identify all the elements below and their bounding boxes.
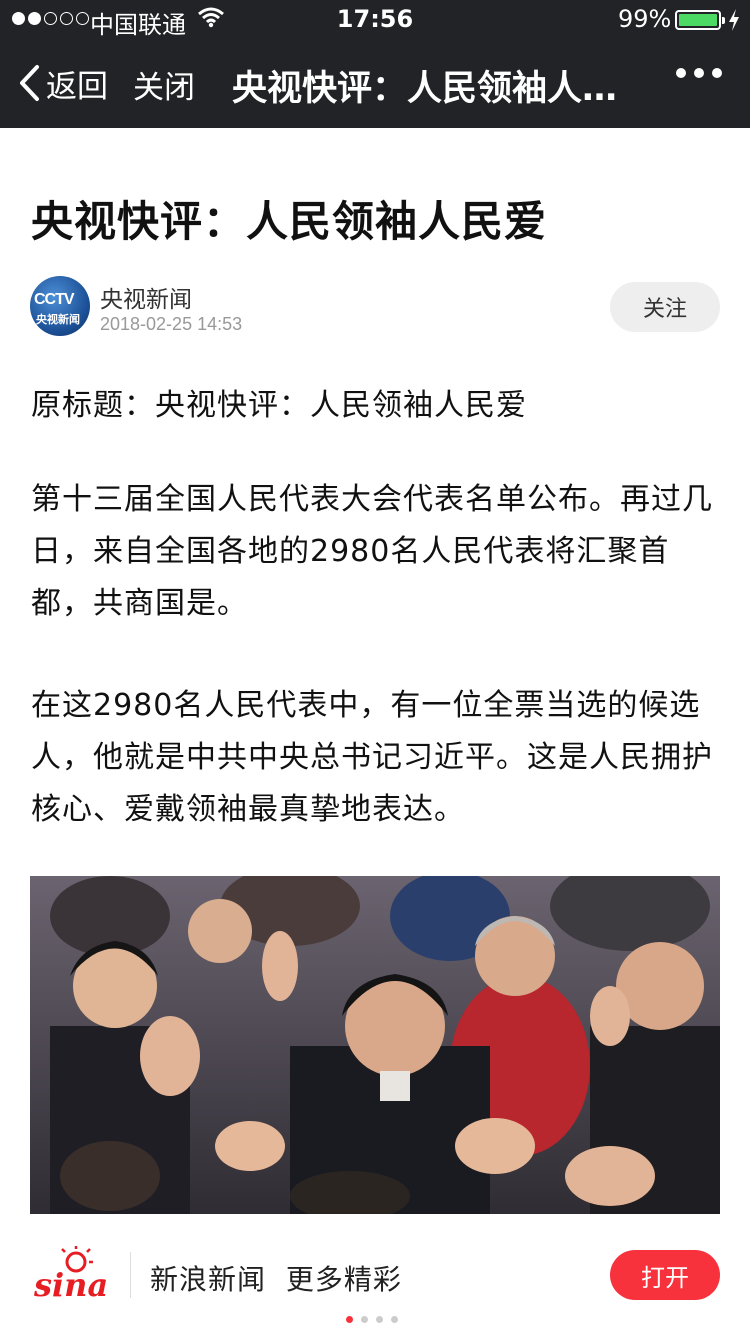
article-paragraph: 第十三届全国人民代表大会代表名单公布。再过几日，来自全国各地的2980名人民代表… (31, 482, 713, 621)
avatar-subtext: 央视新闻 (36, 313, 80, 326)
more-options-button[interactable] (676, 68, 722, 78)
page-dot-active (346, 1316, 353, 1323)
publish-time: 2018-02-25 14:53 (100, 314, 243, 334)
follow-button[interactable]: 关注 (610, 282, 720, 332)
cctv-logo: CCTV (34, 291, 75, 308)
page-dot (361, 1316, 368, 1323)
author-avatar[interactable]: CCTV 央视新闻 (30, 276, 90, 336)
close-button[interactable]: 关闭 (133, 62, 195, 107)
chevron-left-icon (20, 65, 39, 101)
article-paragraph: 原标题：央视快评：人民领袖人民爱 (31, 388, 527, 423)
status-bar: 中国联通 17:56 99% (0, 0, 750, 40)
article-photo[interactable] (30, 876, 720, 1214)
svg-text:sina: sina (33, 1266, 108, 1304)
sina-logo: sina (30, 1246, 112, 1304)
promo-app-name: 新浪新闻 (150, 1263, 267, 1296)
article-headline: 央视快评：人民领袖人民爱 (31, 197, 548, 246)
page-dot (391, 1316, 398, 1323)
dot-icon (676, 68, 686, 78)
author-name[interactable]: 央视新闻 (100, 280, 192, 314)
promo-text: 新浪新闻 更多精彩 (150, 1258, 402, 1298)
page-dot (376, 1316, 383, 1323)
promo-tagline: 更多精彩 (285, 1263, 402, 1296)
dot-icon (712, 68, 722, 78)
page-title: 央视快评：人民领袖人… (232, 69, 618, 109)
top-bar: 中国联通 17:56 99% 返回 关闭 央视快评：人民领袖人… (0, 0, 750, 128)
back-button[interactable]: 返回 (18, 60, 108, 106)
charging-icon (728, 8, 740, 38)
carousel-indicator (346, 1316, 398, 1323)
article-paragraph: 在这2980名人民代表中，有一位全票当选的候选人，他就是中共中央总书记习近平。这… (31, 688, 713, 827)
dot-icon (694, 68, 704, 78)
battery-icon (675, 10, 725, 30)
battery-percentage: 99% (618, 5, 672, 33)
open-app-button[interactable]: 打开 (610, 1250, 720, 1300)
navigation-bar: 返回 关闭 央视快评：人民领袖人… (0, 40, 750, 128)
app-promo-banner[interactable]: sina 新浪新闻 更多精彩 打开 (0, 1214, 750, 1334)
divider (130, 1252, 131, 1298)
back-label: 返回 (46, 68, 108, 105)
